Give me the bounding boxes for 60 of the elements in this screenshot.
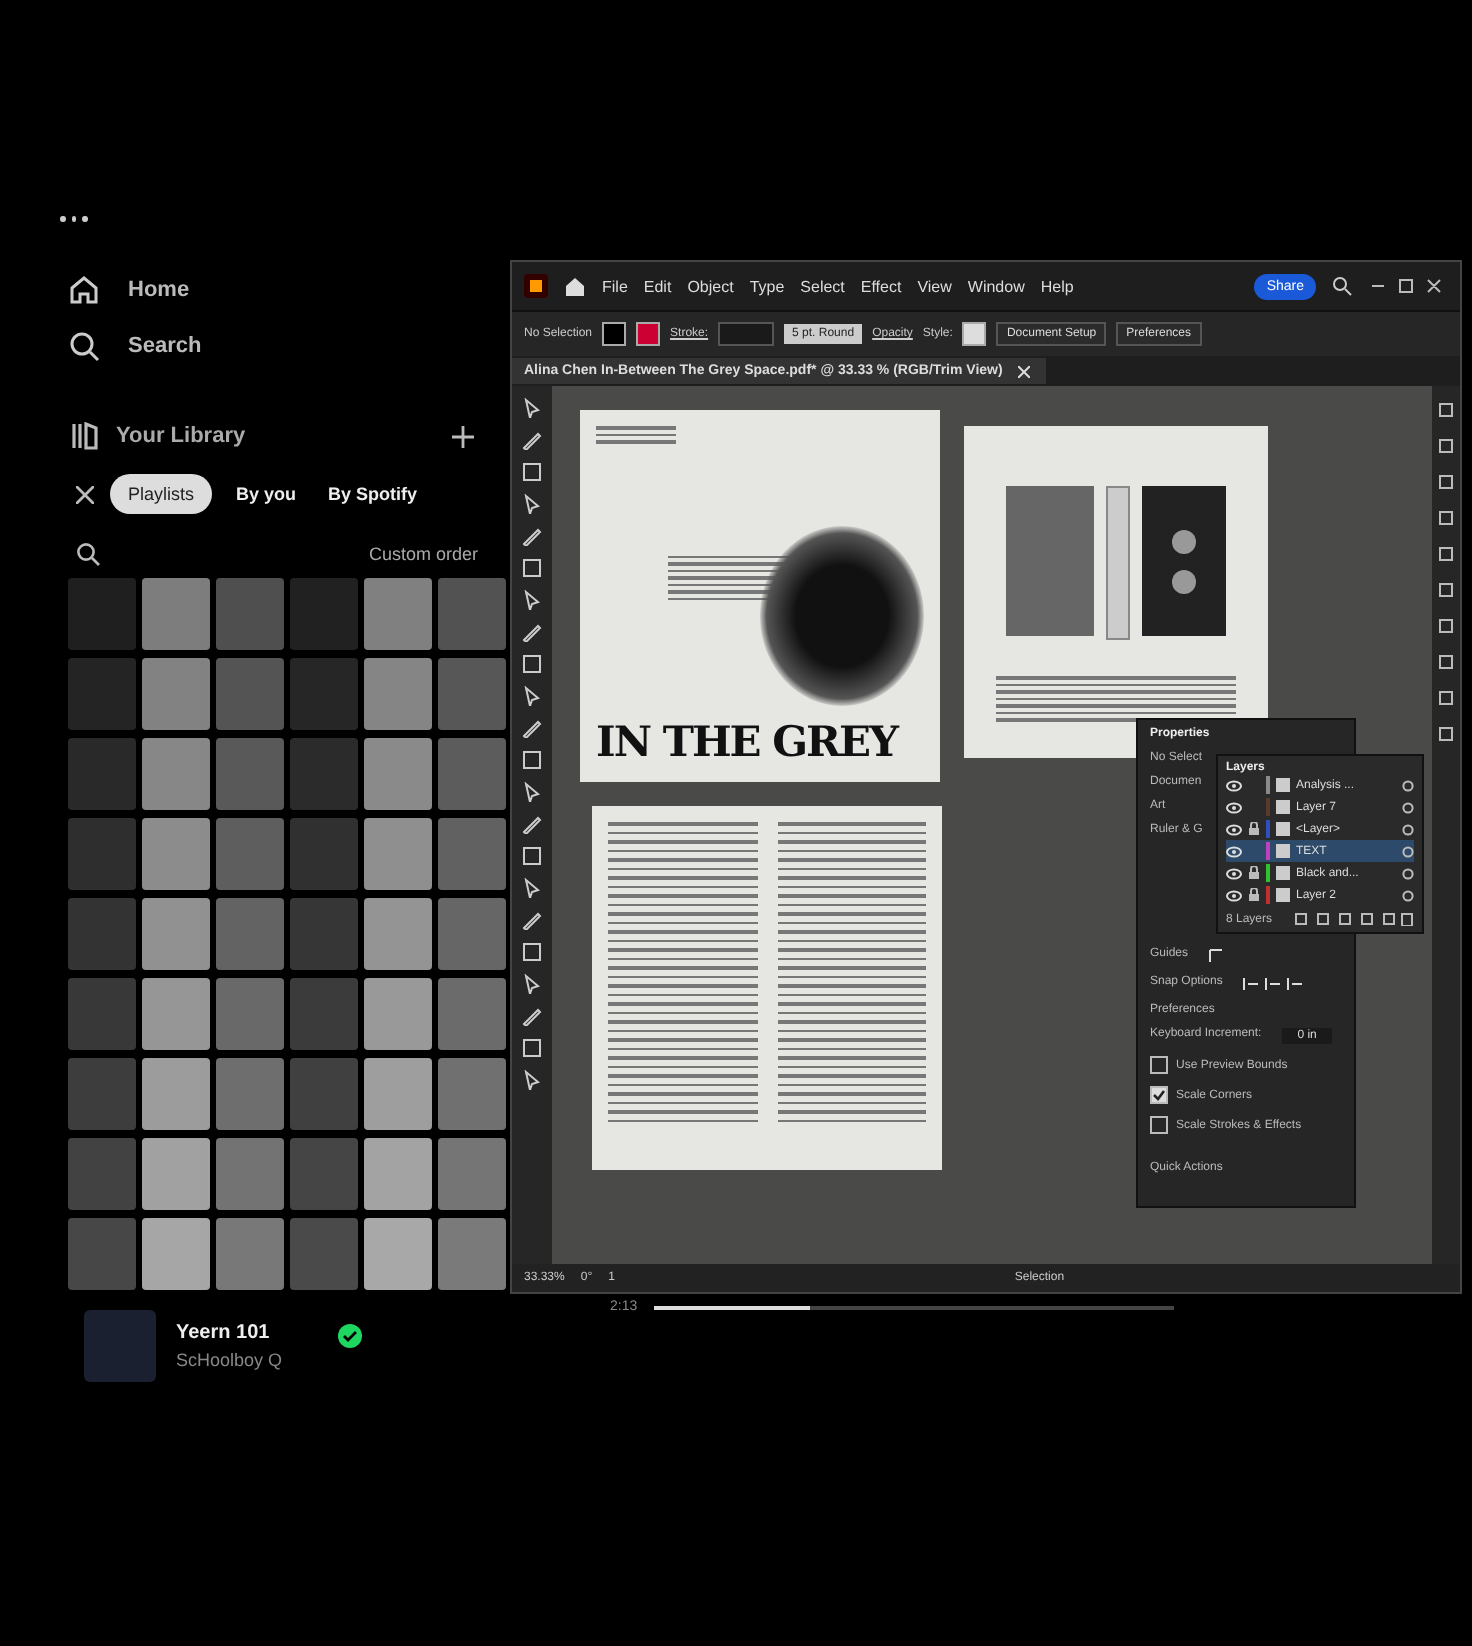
menu-item[interactable]: View: [917, 277, 952, 295]
liked-check-icon[interactable]: [338, 1324, 363, 1348]
search-icon: [68, 330, 100, 362]
search-icon[interactable]: [76, 542, 100, 566]
eye-icon[interactable]: [1226, 889, 1242, 901]
layer-actions-icons[interactable]: [1294, 912, 1414, 926]
eye-icon[interactable]: [1226, 801, 1242, 813]
eye-icon[interactable]: [1226, 823, 1242, 835]
panel-icon[interactable]: [1438, 654, 1454, 670]
menu-item[interactable]: Select: [800, 277, 845, 295]
menu-item[interactable]: Window: [967, 277, 1025, 295]
home-icon: [68, 274, 100, 306]
search-icon[interactable]: [1332, 276, 1352, 296]
fill-swatch[interactable]: [602, 322, 627, 346]
menu-item[interactable]: Type: [749, 277, 785, 295]
menu-item[interactable]: Edit: [643, 277, 672, 295]
snap-icons[interactable]: [1242, 976, 1303, 992]
library-icon: [72, 422, 100, 450]
stroke-swatch[interactable]: [636, 322, 661, 346]
panel-icon[interactable]: [1438, 618, 1454, 634]
panel-icon[interactable]: [1438, 402, 1454, 418]
nav-link[interactable]: Home: [68, 274, 490, 306]
sort-label[interactable]: Custom order: [368, 544, 478, 564]
panel-icon[interactable]: [1438, 582, 1454, 598]
home-icon[interactable]: [564, 275, 586, 297]
menu-item[interactable]: Object: [687, 277, 734, 295]
checkbox[interactable]: [1150, 1056, 1168, 1074]
guides-icon[interactable]: [1208, 948, 1225, 964]
lock-icon[interactable]: [1248, 888, 1260, 902]
song-title[interactable]: Yeern 101: [176, 1322, 283, 1344]
text-lines-drawing: [596, 426, 676, 443]
panel-icon[interactable]: [1438, 690, 1454, 706]
filter-chip[interactable]: Playlists: [110, 474, 213, 514]
artboard-heading: IN THE GREY: [596, 716, 901, 766]
checkbox[interactable]: [1150, 1116, 1168, 1134]
close-icon[interactable]: [1018, 365, 1031, 377]
menu-item[interactable]: Help: [1040, 277, 1074, 295]
app-logo-icon: [524, 274, 548, 298]
stroke-field[interactable]: [718, 322, 775, 346]
add-icon[interactable]: [452, 425, 474, 447]
artist-name[interactable]: ScHoolboy Q: [176, 1350, 283, 1370]
panel-icon[interactable]: [1438, 726, 1454, 742]
eye-icon[interactable]: [1226, 845, 1242, 857]
close-icon[interactable]: [76, 485, 94, 503]
menu-item[interactable]: File: [602, 277, 628, 295]
eye-icon[interactable]: [1226, 779, 1242, 791]
panel-icon[interactable]: [1438, 510, 1454, 526]
more-icon[interactable]: [60, 216, 88, 222]
eye-icon[interactable]: [1226, 867, 1242, 879]
lock-icon[interactable]: [1248, 866, 1260, 880]
style-swatch[interactable]: [962, 322, 987, 346]
checkbox[interactable]: [1150, 1086, 1168, 1104]
panel-icon[interactable]: [1438, 438, 1454, 454]
nav-link[interactable]: Search: [68, 330, 490, 362]
panel-icon[interactable]: [1438, 474, 1454, 490]
library-title[interactable]: Your Library: [116, 424, 246, 448]
lock-icon[interactable]: [1248, 822, 1260, 836]
photo-placeholder: [84, 1310, 156, 1382]
menu-item[interactable]: Effect: [860, 277, 902, 295]
panel-icon[interactable]: [1438, 546, 1454, 562]
